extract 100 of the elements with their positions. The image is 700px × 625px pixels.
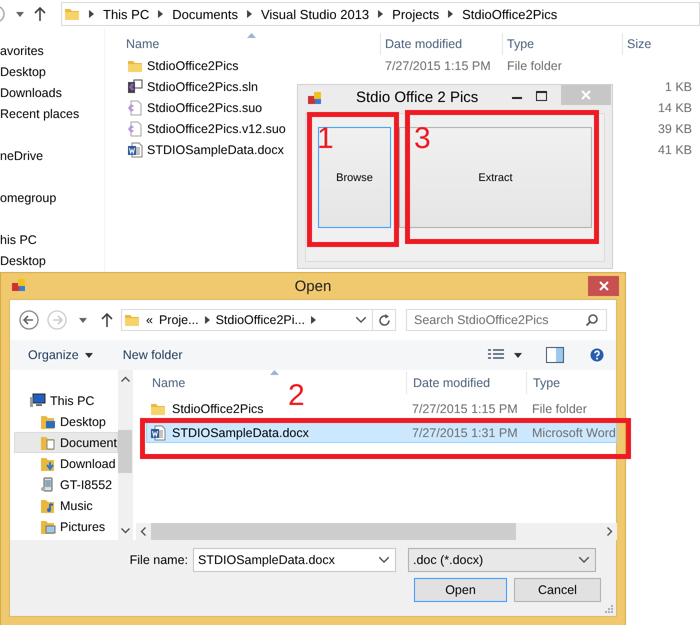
window-title: Open <box>294 278 332 294</box>
caret-down-icon[interactable] <box>16 12 24 16</box>
folder-icon <box>40 434 56 450</box>
nav-item[interactable]: his PC <box>0 230 104 251</box>
column-header[interactable]: Type <box>502 33 622 55</box>
breadcrumb-item[interactable]: Projects <box>392 6 440 22</box>
dropdown-icon <box>579 557 589 563</box>
file-name[interactable]: StdioOffice2Pics.suo <box>147 100 262 114</box>
address-bar[interactable]: « Proje... StdioOffice2Pi... <box>121 309 396 331</box>
caret-down-icon[interactable] <box>514 352 522 358</box>
scrollbar-thumb[interactable] <box>151 523 516 540</box>
file-type-dropdown[interactable]: .doc (*.docx) <box>408 548 596 572</box>
dropdown-icon[interactable] <box>356 317 366 323</box>
chevron-right-icon[interactable] <box>448 10 454 18</box>
overflow-chevron[interactable]: « <box>146 313 153 327</box>
app-icon <box>12 278 26 292</box>
nav-item[interactable]: Download <box>14 453 118 474</box>
caret-down-icon[interactable] <box>84 352 93 358</box>
file-name[interactable]: STDIOSampleData.docx <box>147 142 284 156</box>
scrollbar-thumb[interactable] <box>118 430 132 473</box>
caret-down-icon[interactable] <box>79 318 87 322</box>
column-header[interactable]: Date modified <box>406 372 526 394</box>
maximize-icon[interactable] <box>536 91 547 101</box>
size-cell: 14 KB <box>658 100 692 114</box>
column-header[interactable]: Date modified <box>380 33 502 55</box>
annotation-number: 2 <box>288 381 305 411</box>
column-header[interactable]: Name <box>105 33 380 55</box>
search-field[interactable]: Search StdioOffice2Pics <box>406 309 607 331</box>
folder-icon <box>40 456 56 472</box>
scroll-down-icon[interactable] <box>120 528 130 534</box>
cancel-button[interactable]: Cancel <box>514 578 601 602</box>
size-cell: 41 KB <box>658 142 692 156</box>
scrollbar[interactable] <box>136 523 617 540</box>
app-icon <box>308 91 322 105</box>
nav-item[interactable]: Pictures <box>14 516 118 537</box>
computer-icon <box>30 392 46 408</box>
chevron-right-icon[interactable] <box>89 10 94 18</box>
nav-item[interactable]: Music <box>14 495 118 516</box>
back-icon[interactable] <box>19 310 39 330</box>
file-name[interactable]: StdioOffice2Pics.v12.suo <box>147 122 286 136</box>
file-name[interactable]: StdioOffice2Pics <box>147 58 238 72</box>
view-list-icon[interactable] <box>488 349 504 361</box>
word-document-icon <box>150 424 166 440</box>
nav-item[interactable]: GT-I8552 <box>14 474 118 495</box>
up-arrow-icon[interactable] <box>34 7 46 21</box>
size-cell: 39 KB <box>658 122 692 136</box>
breadcrumb-item[interactable]: This PC <box>103 6 150 22</box>
close-button[interactable] <box>588 276 619 296</box>
chevron-right-icon[interactable] <box>310 316 316 324</box>
nav-item[interactable]: Downloads <box>0 83 104 104</box>
breadcrumb-item[interactable]: StdioOffice2Pi... <box>216 313 305 327</box>
refresh-icon <box>378 314 390 326</box>
scroll-right-icon[interactable] <box>606 527 613 536</box>
up-arrow-icon[interactable] <box>101 313 113 327</box>
nav-item[interactable]: Recent places <box>0 104 104 125</box>
nav-item[interactable]: Desktop <box>0 251 104 272</box>
type-cell: File folder <box>532 402 587 416</box>
date-cell: 7/27/2015 1:31 PM <box>412 426 518 440</box>
resize-grip-icon[interactable] <box>605 605 613 613</box>
chevron-right-icon[interactable] <box>378 10 384 18</box>
breadcrumb-item[interactable]: StdioOffice2Pics <box>462 6 558 22</box>
file-name: STDIOSampleData.docx <box>172 426 309 440</box>
size-cell: 1 KB <box>664 80 692 94</box>
nav-item[interactable]: Desktop <box>14 411 118 432</box>
file-name-field[interactable]: STDIOSampleData.docx <box>193 548 396 572</box>
column-header[interactable]: Type <box>526 372 617 394</box>
word-document-icon <box>127 142 143 158</box>
help-icon[interactable] <box>590 348 604 362</box>
solution-file-icon <box>127 78 143 94</box>
file-name[interactable]: StdioOffice2Pics <box>172 402 264 416</box>
selected-file-row[interactable]: STDIOSampleData.docx 7/27/2015 1:31 PM Microsoft Word <box>146 422 617 443</box>
column-header[interactable]: Size <box>622 33 700 55</box>
search-icon <box>586 314 598 326</box>
file-name[interactable]: StdioOffice2Pics.sln <box>147 80 258 94</box>
chevron-right-icon[interactable] <box>204 316 210 324</box>
scrollbar[interactable] <box>118 370 132 540</box>
annotation-number: 3 <box>414 124 431 154</box>
nav-item[interactable]: Document <box>14 432 118 453</box>
open-button[interactable]: Open <box>414 578 507 602</box>
nav-item[interactable]: avorites <box>0 41 104 62</box>
window-title: Stdio Office 2 Pics <box>356 89 478 106</box>
scroll-up-icon[interactable] <box>120 376 130 382</box>
chevron-right-icon[interactable] <box>246 10 252 18</box>
scroll-left-icon[interactable] <box>140 527 146 536</box>
folder-icon <box>124 312 140 328</box>
chevron-right-icon[interactable] <box>158 10 164 18</box>
file-icon <box>127 100 143 116</box>
nav-item[interactable]: This PC <box>10 390 118 411</box>
organize-menu[interactable]: Organize <box>28 348 93 362</box>
breadcrumb-item[interactable]: Documents <box>172 6 238 22</box>
new-folder-button[interactable]: New folder <box>122 348 182 362</box>
nav-item[interactable]: omegroup <box>0 188 104 209</box>
file-icon <box>127 120 143 136</box>
preview-pane-icon[interactable] <box>546 347 564 363</box>
annotation-number: 1 <box>317 124 334 154</box>
breadcrumb-item[interactable]: Proje... <box>158 313 199 327</box>
address-bar[interactable]: This PC Documents Visual Studio 2013 Projects StdioOffice2Pics <box>61 2 700 26</box>
nav-item[interactable]: Desktop <box>0 62 104 83</box>
breadcrumb-item[interactable]: Visual Studio 2013 <box>260 6 370 22</box>
nav-item[interactable]: neDrive <box>0 146 104 167</box>
